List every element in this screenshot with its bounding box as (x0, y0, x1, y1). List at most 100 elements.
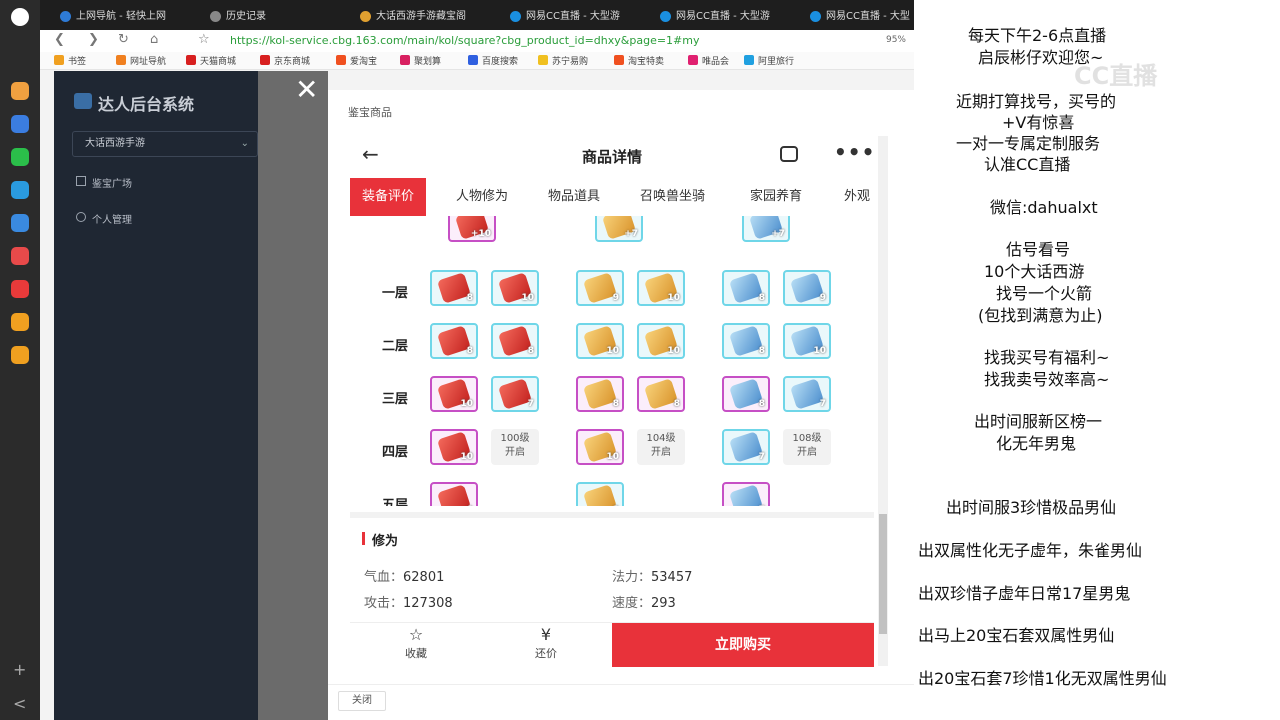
equipment-slot[interactable]: 10 (576, 429, 624, 465)
bookmark-item[interactable]: 苏宁易购 (538, 54, 588, 67)
browser-tab[interactable]: 网易CC直播 - 大型 (808, 6, 914, 28)
tab-items[interactable]: 物品道具 (548, 178, 600, 216)
launcher-app-icon[interactable] (11, 148, 29, 166)
launcher-app-icon[interactable] (11, 280, 29, 298)
launcher-app-icon[interactable] (11, 214, 29, 232)
layer-label: 一层 (382, 286, 409, 301)
browser-tab[interactable]: 大话西游手游藏宝阁 (358, 6, 488, 28)
buy-now-button[interactable]: 立即购买 (612, 623, 874, 667)
tab-equipment[interactable]: 装备评价 (350, 178, 427, 216)
refresh-icon[interactable]: ↻ (118, 32, 129, 47)
equipment-slot[interactable]: 8 (722, 270, 770, 306)
browser-tab[interactable]: 网易CC直播 - 大型游 (508, 6, 638, 28)
launcher-app-icon[interactable] (11, 247, 29, 265)
equipment-slot[interactable]: 10 (637, 323, 685, 359)
share-icon[interactable] (780, 146, 798, 162)
bookmark-item[interactable]: 阿里旅行 (744, 54, 794, 67)
collapse-icon[interactable]: < (13, 696, 26, 712)
locked-slot: 108级 开启 (783, 429, 831, 465)
info-line: 找号一个火箭 (996, 284, 1093, 303)
sidebar-item-personal[interactable]: 个人管理 (76, 211, 132, 226)
equipment-slot[interactable]: +10 (448, 216, 496, 242)
bookmark-item[interactable]: 网址导航 (116, 54, 166, 67)
equipment-slot[interactable]: +7 (742, 216, 790, 242)
launcher-app-icon[interactable] (11, 181, 29, 199)
close-button[interactable]: 关闭 (338, 691, 386, 711)
slot-level: 7 (819, 399, 826, 409)
admin-sidebar: 达人后台系统 大话西游手游 ⌄ 鉴宝广场 个人管理 (54, 71, 258, 720)
equipment-slot[interactable]: 7 (783, 376, 831, 412)
stat-mp: 法力：53457 (612, 570, 693, 585)
equipment-slot[interactable]: 9 (576, 270, 624, 306)
layer-label: 三层 (382, 392, 409, 407)
equipment-slot[interactable]: 8 (722, 376, 770, 412)
game-select[interactable]: 大话西游手游 ⌄ (72, 131, 258, 157)
add-icon[interactable]: + (13, 662, 26, 678)
equipment-slot[interactable]: 9 (783, 270, 831, 306)
bookmark-item[interactable]: 聚划算 (400, 54, 441, 67)
equipment-slot[interactable]: 7 (491, 376, 539, 412)
scrollbar[interactable] (878, 136, 888, 666)
locked-slot: 100级 开启 (491, 429, 539, 465)
slot-level: 8 (758, 399, 765, 409)
forward-icon[interactable]: ❯ (88, 32, 99, 47)
bookmark-item[interactable]: 百度搜索 (468, 54, 518, 67)
equipment-slot[interactable]: 9 (430, 482, 478, 506)
more-icon[interactable]: ••• (834, 140, 874, 164)
equipment-slot[interactable]: 10 (491, 270, 539, 306)
bookmark-item[interactable]: 书签 (54, 54, 86, 67)
home-icon[interactable]: ⌂ (150, 32, 158, 47)
equipment-slot[interactable]: 10 (783, 323, 831, 359)
equipment-slot[interactable]: 10 (637, 270, 685, 306)
detail-header: ← 商品详情 ••• (350, 136, 874, 176)
equipment-slot[interactable]: +7 (595, 216, 643, 242)
equipment-slot[interactable]: 10 (576, 323, 624, 359)
bookmark-item[interactable]: 天猫商城 (186, 54, 236, 67)
back-icon[interactable]: ❮ (54, 32, 65, 47)
close-icon[interactable]: ✕ (295, 76, 318, 104)
tab-favicon-icon (60, 11, 71, 22)
bookmark-item[interactable]: 京东商城 (260, 54, 310, 67)
slot-level: 9 (467, 505, 473, 506)
equipment-slot[interactable]: 10 (430, 429, 478, 465)
browser-tab[interactable]: 网易CC直播 - 大型游 (658, 6, 788, 28)
bookmark-item[interactable]: 爱淘宝 (336, 54, 377, 67)
launcher-app-icon[interactable] (11, 313, 29, 331)
sidebar-item-square[interactable]: 鉴宝广场 (76, 175, 132, 190)
yen-icon: ¥ (540, 625, 552, 644)
equipment-slot[interactable]: 7 (722, 482, 770, 506)
star-icon[interactable]: ☆ (198, 32, 210, 47)
equipment-slot[interactable]: 10 (430, 376, 478, 412)
equipment-slot[interactable]: 8 (637, 376, 685, 412)
launcher-app-icon[interactable] (11, 115, 29, 133)
browser-tab[interactable]: 上网导航 - 轻快上网 (58, 6, 188, 28)
bookmark-icon (744, 55, 754, 65)
favorite-button[interactable]: ☆ 收藏 (386, 627, 446, 661)
bookmark-item[interactable]: 唯品会 (688, 54, 729, 67)
browser-logo-icon[interactable] (11, 8, 29, 26)
tab-cultivation[interactable]: 人物修为 (456, 178, 508, 216)
stat-speed: 速度：293 (612, 596, 676, 611)
zoom-level[interactable]: 95% (886, 35, 906, 45)
equipment-slot[interactable]: 8 (430, 270, 478, 306)
equipment-slot[interactable]: 8 (722, 323, 770, 359)
bargain-button[interactable]: ¥ 还价 (516, 627, 576, 661)
launcher-app-icon[interactable] (11, 82, 29, 100)
bookmarks-bar: 书签 网址导航 天猫商城 京东商城 爱淘宝 聚划算 百度搜索 苏宁易购 淘宝特卖 唯品会 阿里旅行 (40, 52, 914, 70)
bookmark-item[interactable]: 淘宝特卖 (614, 54, 664, 67)
equipment-slot[interactable]: 8 (430, 323, 478, 359)
tab-appearance[interactable]: 外观 (844, 178, 870, 216)
tab-pets[interactable]: 召唤兽坐骑 (640, 178, 705, 216)
tab-favicon-icon (660, 11, 671, 22)
equipment-slot[interactable]: 8 (576, 376, 624, 412)
equipment-slot[interactable]: 7 (722, 429, 770, 465)
info-line: 出双珍惜子虚年日常17星男鬼 (918, 584, 1131, 603)
tab-home[interactable]: 家园养育 (750, 178, 802, 216)
launcher-app-icon[interactable] (11, 346, 29, 364)
info-line: 微信:dahualxt (990, 198, 1098, 217)
browser-tab[interactable]: 历史记录 (208, 6, 318, 28)
equipment-slot[interactable]: 3 (576, 482, 624, 506)
scrollbar-thumb[interactable] (879, 514, 887, 634)
equipment-slot[interactable]: 8 (491, 323, 539, 359)
url-field[interactable]: https://kol-service.cbg.163.com/main/kol… (230, 34, 700, 47)
